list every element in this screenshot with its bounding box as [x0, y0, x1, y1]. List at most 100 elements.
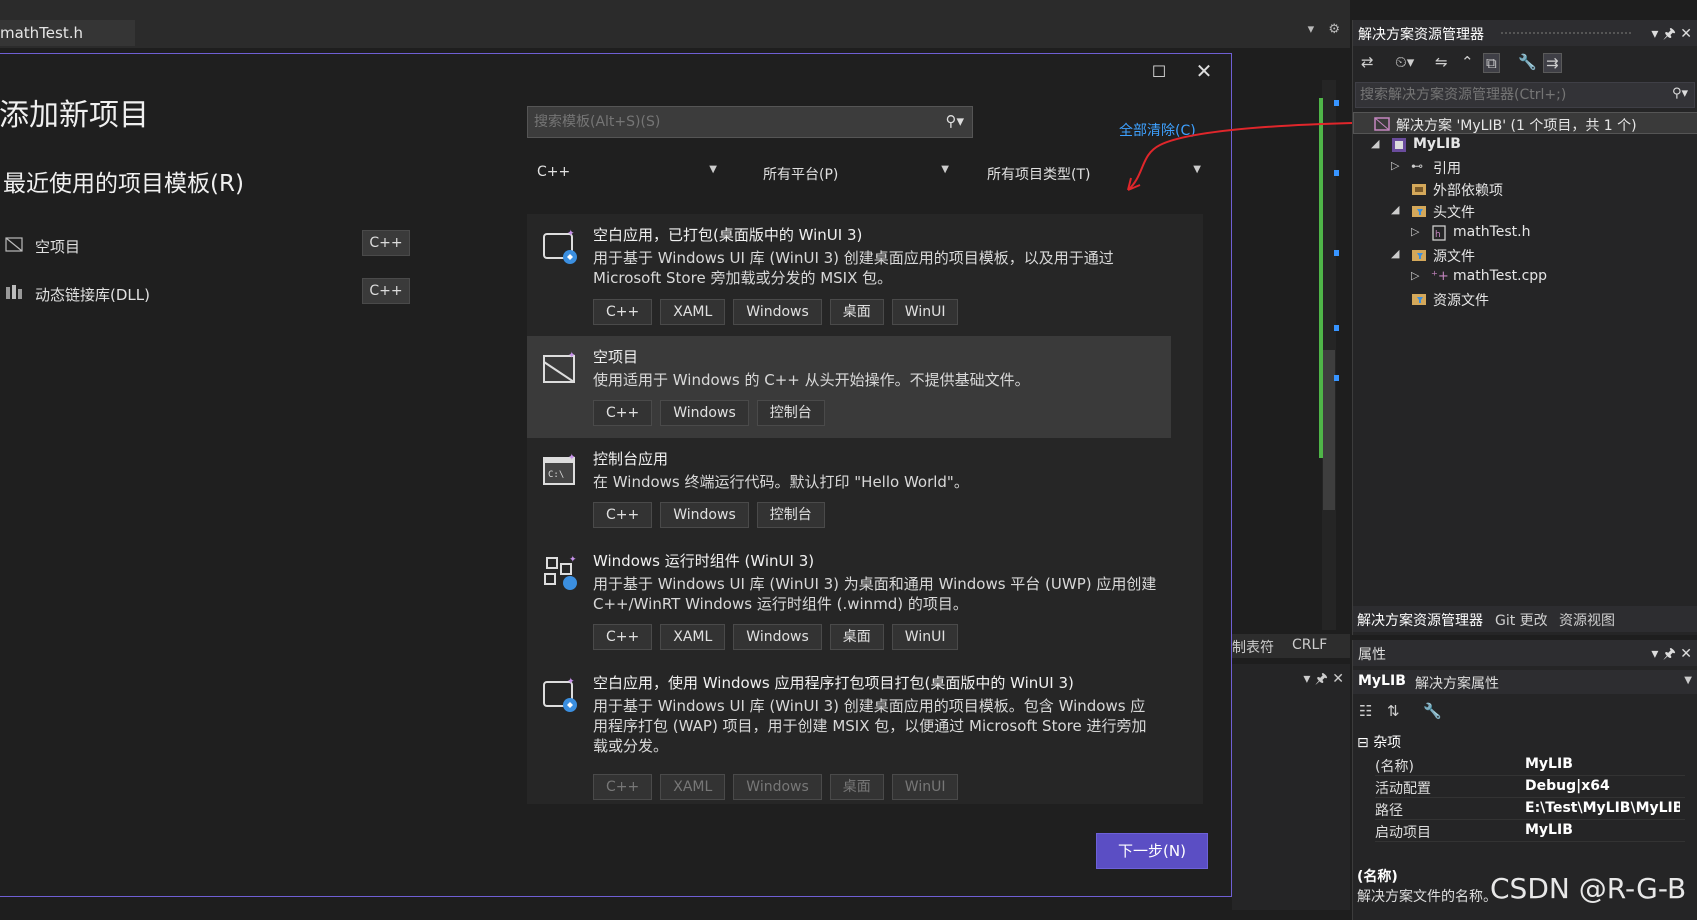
output-panel: ▾ 🖈 ✕: [1232, 664, 1350, 910]
collapse-all-icon[interactable]: ⌃: [1461, 53, 1474, 71]
pin-icon[interactable]: 🖈: [1663, 26, 1676, 42]
project-type-filter-dropdown[interactable]: 所有项目类型(T) ▼: [979, 158, 1207, 188]
chevron-down-icon: ▼: [709, 164, 717, 175]
solution-search-input[interactable]: [1356, 83, 1656, 107]
properties-wrench-icon[interactable]: 🔧: [1518, 53, 1537, 71]
expanded-arrow-icon[interactable]: ◢: [1391, 247, 1399, 260]
properties-toolbar: ☷ ⇅ 🔧: [1353, 698, 1697, 726]
object-selector[interactable]: MyLIB 解决方案属性 ▼: [1353, 670, 1697, 694]
recent-item-empty-project[interactable]: 空项目 C++: [5, 230, 415, 260]
tree-sources-folder[interactable]: ◢ 源文件: [1353, 244, 1697, 266]
tree-source-file[interactable]: ▷ ⁺+ mathTest.cpp: [1353, 266, 1697, 288]
close-icon[interactable]: ✕: [1680, 26, 1692, 42]
tree-solution-node[interactable]: 解决方案 'MyLIB' (1 个项目，共 1 个): [1353, 112, 1697, 134]
close-icon[interactable]: ✕: [1332, 671, 1344, 687]
property-row[interactable]: 启动项目 MyLIB: [1375, 820, 1685, 842]
panel-controls: ▾ 🖈 ✕: [1651, 23, 1692, 47]
expanded-arrow-icon[interactable]: ◢: [1371, 137, 1379, 150]
template-tag: Windows: [733, 624, 822, 650]
maximize-button[interactable]: ☐: [1149, 62, 1169, 82]
template-tag: WinUI: [891, 624, 959, 650]
solution-icon: [1374, 117, 1390, 131]
winui-wap-app-icon: ✦: [543, 677, 577, 712]
template-title: 控制台应用: [593, 450, 669, 468]
description-text: 解决方案文件的名称。: [1357, 889, 1497, 905]
empty-project-icon: ✦: [543, 351, 576, 383]
template-item[interactable]: ✦ 空白应用，使用 Windows 应用程序打包项目打包(桌面版中的 WinUI…: [527, 662, 1171, 804]
tree-headers-folder[interactable]: ◢ 头文件: [1353, 200, 1697, 222]
language-tag: C++: [362, 278, 410, 304]
template-item[interactable]: ✦ 空白应用，已打包(桌面版中的 WinUI 3) 用于基于 Windows U…: [527, 214, 1171, 336]
template-item[interactable]: ✦ Windows 运行时组件 (WinUI 3) 用于基于 Windows U…: [527, 540, 1171, 662]
property-row[interactable]: 路径 E:\Test\MyLIB\MyLIB: [1375, 798, 1685, 820]
template-tags: C++ XAML Windows 桌面 WinUI: [593, 774, 966, 800]
platform-filter-dropdown[interactable]: 所有平台(P) ▼: [755, 158, 955, 188]
search-icon[interactable]: ⚲▾: [945, 112, 964, 130]
collapsed-arrow-icon[interactable]: ▷: [1411, 225, 1419, 238]
sync-icon[interactable]: ⇋: [1435, 53, 1448, 71]
template-search-box[interactable]: ⚲▾: [527, 106, 973, 138]
tab-solution-explorer[interactable]: 解决方案资源管理器: [1357, 610, 1483, 630]
search-icon[interactable]: ⚲▾: [1672, 86, 1688, 101]
tab-git-changes[interactable]: Git 更改: [1495, 610, 1548, 630]
history-icon[interactable]: ⏲▾: [1395, 53, 1414, 71]
collapsed-arrow-icon[interactable]: ▷: [1391, 159, 1399, 172]
tree-project-node[interactable]: ◢ MyLIB: [1353, 134, 1697, 156]
close-icon[interactable]: ✕: [1680, 646, 1692, 662]
tree-resources-folder[interactable]: 资源文件: [1353, 288, 1697, 310]
tab-dropdown-icon[interactable]: ▾: [1308, 22, 1315, 37]
dialog-close-button[interactable]: ✕: [1193, 60, 1215, 82]
template-item-selected[interactable]: ✦ 空项目 使用适用于 Windows 的 C++ 从头开始操作。不提供基础文件…: [527, 336, 1171, 438]
pin-icon[interactable]: 🖈: [1315, 671, 1328, 687]
expanded-arrow-icon[interactable]: ◢: [1391, 203, 1399, 216]
template-title: Windows 运行时组件 (WinUI 3): [593, 552, 815, 570]
drag-handle[interactable]: [1501, 32, 1631, 36]
solution-search-box[interactable]: ⚲▾: [1355, 82, 1695, 108]
preview-icon[interactable]: ⇉: [1543, 53, 1562, 73]
tree-references-node[interactable]: ▷ ⊷ 引用: [1353, 156, 1697, 178]
recent-item-dll[interactable]: 动态链接库(DLL) C++: [5, 278, 415, 308]
tree-header-file[interactable]: ▷ h mathTest.h: [1353, 222, 1697, 244]
project-icon: [1392, 138, 1406, 152]
recent-item-label: 动态链接库(DLL): [35, 286, 150, 304]
svg-text:C:\: C:\: [548, 470, 564, 480]
clear-all-link[interactable]: 全部清除(C): [1119, 120, 1196, 140]
collapsed-arrow-icon[interactable]: ▷: [1411, 269, 1419, 282]
collapse-icon[interactable]: ⊟: [1357, 735, 1373, 751]
language-filter-dropdown[interactable]: C++ ▼: [529, 158, 723, 188]
property-pages-wrench-icon[interactable]: 🔧: [1423, 702, 1442, 720]
dropdown-icon[interactable]: ▾: [1651, 646, 1658, 662]
category-label: 杂项: [1373, 735, 1402, 751]
output-panel-controls: ▾ 🖈 ✕: [1303, 668, 1344, 692]
property-row[interactable]: 活动配置 Debug|x64: [1375, 776, 1685, 798]
property-row[interactable]: (名称) MyLIB: [1375, 754, 1685, 776]
next-button[interactable]: 下一步(N): [1096, 833, 1208, 869]
svg-text:h: h: [1435, 230, 1441, 240]
template-description: 用于基于 Windows UI 库 (WinUI 3) 为桌面和通用 Windo…: [593, 575, 1157, 613]
status-line-ending[interactable]: CRLF: [1292, 637, 1327, 653]
category-misc[interactable]: ⊟ 杂项: [1357, 732, 1401, 752]
language-tag: C++: [362, 230, 410, 256]
template-item[interactable]: C:\ ✦ 控制台应用 在 Windows 终端运行代码。默认打印 "Hello…: [527, 438, 1171, 540]
solution-explorer-toolbar: ⇄ ⏲▾ ⇋ ⌃ ⧉ 🔧 ⇉: [1353, 48, 1697, 78]
filter-folder-icon: [1412, 250, 1426, 261]
tree-external-deps-node[interactable]: 外部依赖项: [1353, 178, 1697, 200]
tree-label: 解决方案 'MyLIB' (1 个项目，共 1 个): [1396, 118, 1637, 134]
filter-value: C++: [537, 164, 571, 180]
template-search-input[interactable]: [528, 107, 928, 137]
alphabetical-icon[interactable]: ⇅: [1387, 702, 1400, 720]
dropdown-icon[interactable]: ▾: [1303, 671, 1310, 687]
tab-mathtest-h[interactable]: mathTest.h: [0, 20, 135, 46]
template-tag: WinUI: [891, 774, 959, 800]
show-all-files-icon[interactable]: ⧉: [1483, 53, 1500, 73]
svg-text:✦: ✦: [569, 555, 577, 565]
dropdown-icon[interactable]: ▾: [1651, 26, 1658, 42]
tab-resource-view[interactable]: 资源视图: [1559, 610, 1615, 630]
status-indentation[interactable]: 制表符: [1232, 637, 1274, 657]
categorized-icon[interactable]: ☷: [1359, 702, 1372, 720]
pin-icon[interactable]: 🖈: [1663, 646, 1676, 662]
dialog-title: 添加新项目: [0, 98, 149, 133]
switch-views-icon[interactable]: ⇄: [1361, 53, 1374, 71]
filter-folder-icon: [1412, 294, 1426, 305]
settings-gear-icon[interactable]: ⚙: [1328, 22, 1340, 37]
